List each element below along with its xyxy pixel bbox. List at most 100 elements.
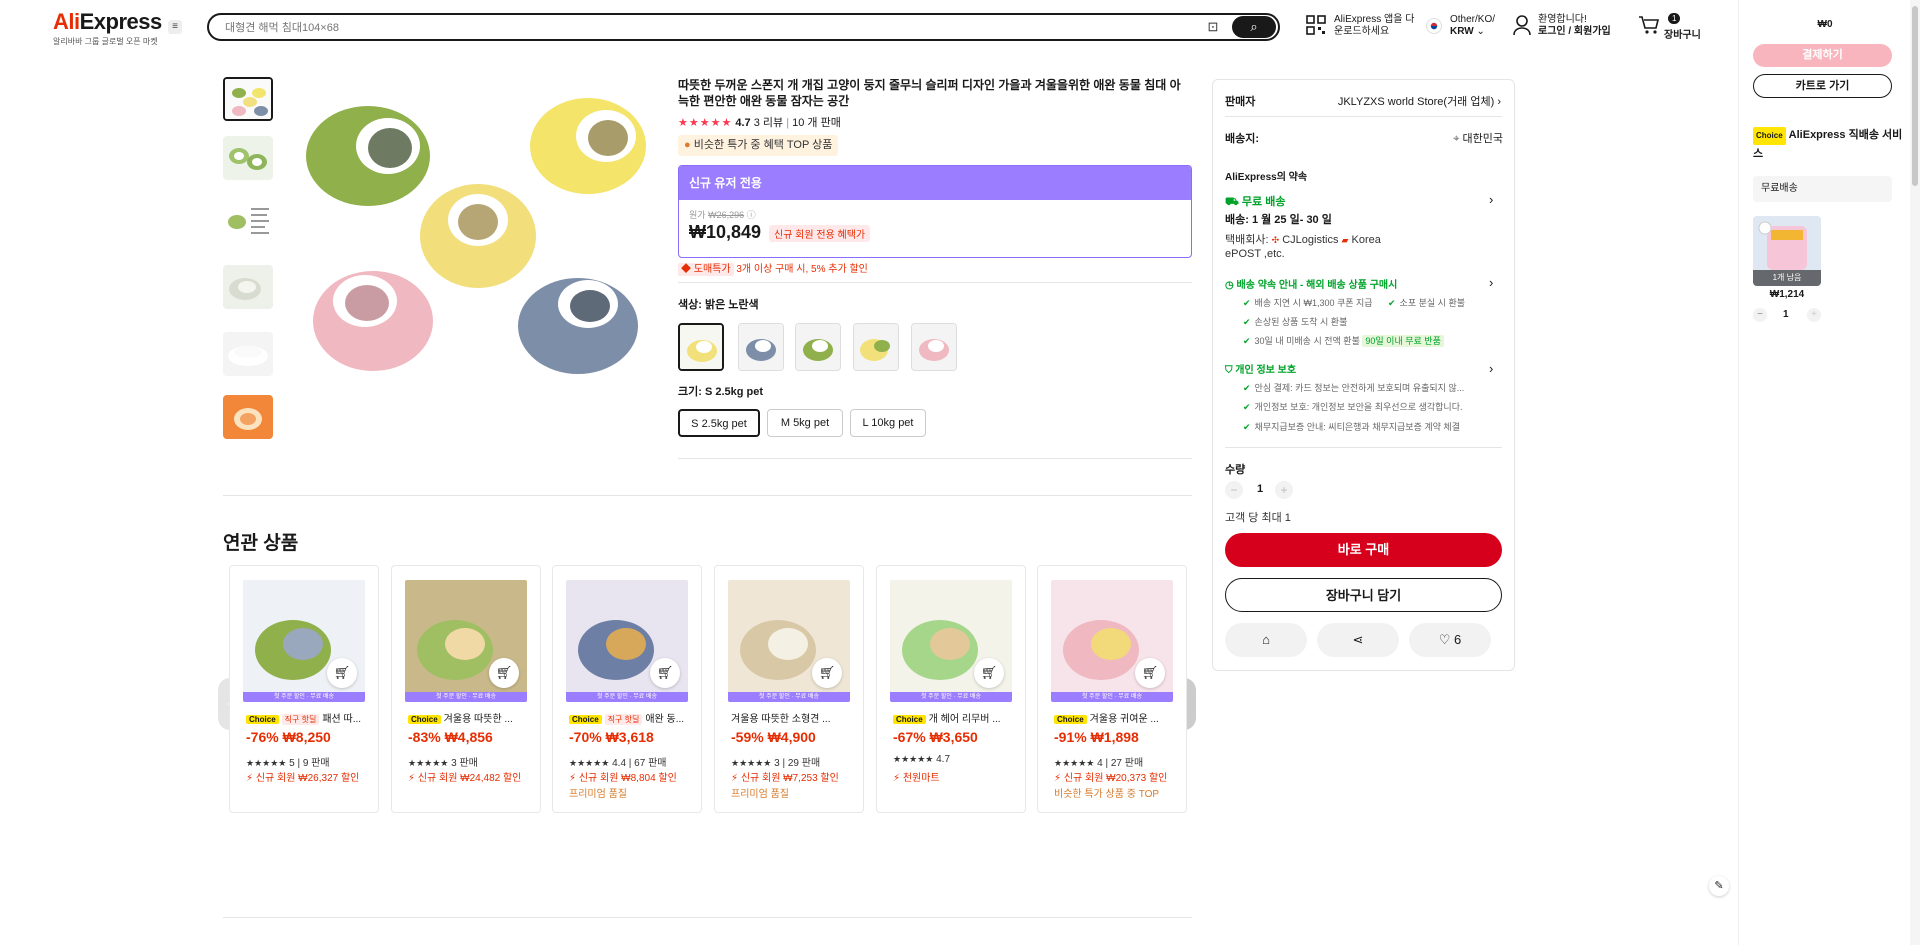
related-product-new-user: ⚡︎ 신규 회원 ₩20,373 할인 [1054,769,1176,784]
bulk-discount: ◆ 도매특가 3개 이상 구매 시, 5% 추가 할인 [678,260,868,276]
cart-item-plus-button[interactable]: + [1807,308,1821,322]
related-product-image[interactable]: 첫 주문 할인 · 무료 배송 🛒︎ [405,580,527,702]
app-download-link[interactable]: AliExpress 앱을 다 운로드하세요 [1334,14,1414,38]
related-product-image[interactable]: 첫 주문 할인 · 무료 배송 🛒︎ [890,580,1012,702]
scrollbar[interactable] [1910,0,1920,945]
product-main-image[interactable] [298,76,656,394]
quantity-minus-button[interactable]: − [1225,481,1243,499]
star-rating-icon: ★★★★★ [408,758,449,768]
cart-icon[interactable] [1638,14,1660,41]
share-button[interactable]: ⋖ [1317,623,1399,657]
checkout-button[interactable]: 결제하기 [1753,44,1892,67]
gallery-thumb-1[interactable] [223,77,273,121]
free-shipping-label: 무료 배송 [1241,196,1286,208]
color-swatch-yellow-green[interactable] [853,323,899,371]
price-tag: 신규 회원 전용 혜택가 [769,225,871,242]
user-icon[interactable] [1512,14,1532,41]
header: AliExpress 알리바바 그룹 글로벌 오픈 마켓 ≡ ⊡ ⌕ AliEx… [0,0,1738,56]
color-swatch-green[interactable] [795,323,841,371]
add-to-cart-icon[interactable]: 🛒︎ [812,658,842,688]
lightning-icon: ⚡︎ [893,773,901,784]
gallery-thumb-6[interactable] [223,395,273,439]
check-icon: ✔ [1243,422,1251,432]
add-to-cart-icon[interactable]: 🛒︎ [650,658,680,688]
search-input[interactable] [225,19,1125,37]
sold-count: 10 개 판매 [792,117,841,129]
related-product-image[interactable]: 첫 주문 할인 · 무료 배송 🛒︎ [566,580,688,702]
app-download-line1: AliExpress 앱을 다 [1334,14,1415,25]
chevron-right-icon[interactable]: › [1489,275,1493,290]
chevron-right-icon[interactable]: › [1489,192,1493,207]
color-swatch-yellow[interactable] [678,323,724,371]
gallery-thumb-2[interactable] [223,136,273,180]
quantity-plus-button[interactable]: + [1275,481,1293,499]
add-to-cart-icon[interactable]: 🛒︎ [489,658,519,688]
camera-search-icon[interactable]: ⊡ [1204,19,1222,37]
edit-icon[interactable]: ✎ [1709,876,1729,896]
ship-to-selector[interactable]: ⌖ 대한민국 [1443,130,1503,146]
region-selector[interactable]: Other/KO/ KRW ⌄ [1450,14,1495,38]
size-option-l[interactable]: L 10kg pet [850,409,926,437]
related-product-new-user: ⚡︎ 신규 회원 ₩8,804 할인 [569,769,691,784]
cart-item-minus-button[interactable]: − [1753,308,1767,322]
size-option-m[interactable]: M 5kg pet [767,409,843,437]
quantity-value[interactable]: 1 [1257,483,1263,495]
cart-item-image[interactable]: 1개 남음 [1753,216,1821,286]
related-product-card[interactable]: 첫 주문 할인 · 무료 배송 🛒︎ Choice 개 헤어 리무버 ... -67% … [876,565,1026,813]
divider [1225,116,1502,117]
store-button[interactable]: ⌂ [1225,623,1307,657]
wishlist-button[interactable]: ♡ 6 [1409,623,1491,657]
buy-now-button[interactable]: 바로 구매 [1225,533,1502,567]
add-to-cart-icon[interactable]: 🛒︎ [974,658,1004,688]
chevron-right-icon[interactable]: › [1489,361,1493,376]
size-option-s[interactable]: S 2.5kg pet [678,409,760,437]
add-to-cart-button[interactable]: 장바구니 담기 [1225,578,1502,612]
related-product-price: -59% ₩4,900 [731,729,816,745]
cj-logo-icon: ✣ [1271,235,1280,245]
related-product-name: Choice 겨울용 따뜻한 ... [408,710,530,725]
related-product-image[interactable]: 첫 주문 할인 · 무료 배송 🛒︎ [728,580,850,702]
add-to-cart-icon[interactable]: 🛒︎ [1135,658,1165,688]
logo[interactable]: AliExpress 알리바바 그룹 글로벌 오픈 마켓 [53,9,162,47]
purchase-card: 판매자 JKLYZXS world Store(거래 업체) › 배송지: ⌖ … [1212,79,1515,671]
logo-text[interactable]: AliExpress [53,9,162,35]
meta-text: 5 | 9 판매 [289,758,330,769]
return-badge: 90일 이내 무료 반품 [1362,335,1444,347]
review-count[interactable]: 3 리뷰 [754,117,783,129]
menu-icon[interactable]: ≡ [168,20,182,34]
related-product-card[interactable]: 첫 주문 할인 · 무료 배송 🛒︎ Choice 직구 핫딜 애완 동... -70% … [552,565,702,813]
new-user-text: 신규 회원 ₩26,327 할인 [255,773,360,784]
privacy-row[interactable]: ⛉ 개인 정보 보호 [1225,361,1296,376]
cart-count-badge: 1 [1668,13,1681,24]
qr-icon[interactable] [1306,15,1326,40]
related-product-image[interactable]: 첫 주문 할인 · 무료 배송 🛒︎ [1051,580,1173,702]
gallery-thumb-4[interactable] [223,265,273,309]
go-to-cart-button[interactable]: 카트로 가기 [1753,74,1892,98]
cart-label[interactable]: 장바구니 [1664,26,1701,41]
cart-item-qty[interactable]: 1 [1783,309,1789,320]
account-link[interactable]: 환영합니다! 로그인 / 회원가입 [1538,14,1611,38]
seller-link[interactable]: JKLYZXS world Store(거래 업체) › [1331,93,1501,109]
promise-item: ✔ 배송 지연 시 ₩1,300 쿠폰 지급 [1243,296,1373,309]
gallery-thumb-5[interactable] [223,332,273,376]
lightning-icon: ⚡︎ [408,773,416,784]
info-icon[interactable]: ⓘ [747,210,756,220]
privacy-item-text: 채무지급보증 안내: 씨티은행과 채무지급보증 계약 체결 [1254,422,1460,432]
like-count: 6 [1454,632,1462,647]
search-button[interactable]: ⌕ [1232,16,1276,38]
related-product-card[interactable]: 첫 주문 할인 · 무료 배송 🛒︎ Choice 겨울용 따뜻한 ... -83% ₩… [391,565,541,813]
color-swatch-blue[interactable] [738,323,784,371]
scrollbar-thumb[interactable] [1912,6,1918,186]
top-badge-text: 비슷한 특가 중 혜택 TOP 상품 [693,139,833,151]
related-product-card[interactable]: 첫 주문 할인 · 무료 배송 🛒︎ 겨울용 따뜻한 소형견 ... -59% ₩4,… [714,565,864,813]
add-to-cart-icon[interactable]: 🛒︎ [327,658,357,688]
related-product-price: -70% ₩3,618 [569,729,654,745]
bulk-text: 3개 이상 구매 시, 5% 추가 할인 [736,264,868,275]
free-shipping-row[interactable]: ⛟ 무료 배송 [1225,193,1285,210]
gallery-thumb-3[interactable] [223,200,273,244]
color-swatch-pink[interactable] [911,323,957,371]
related-product-card[interactable]: 첫 주문 할인 · 무료 배송 🛒︎ Choice 직구 핫딜 패션 따... -76% … [229,565,379,813]
related-product-image[interactable]: 첫 주문 할인 · 무료 배송 🛒︎ [243,580,365,702]
promise-row[interactable]: ◷ 배송 약속 안내 - 해외 배송 상품 구매시 [1225,276,1397,291]
related-product-card[interactable]: 첫 주문 할인 · 무료 배송 🛒︎ Choice 겨울용 귀여운 ... -91% ₩… [1037,565,1187,813]
